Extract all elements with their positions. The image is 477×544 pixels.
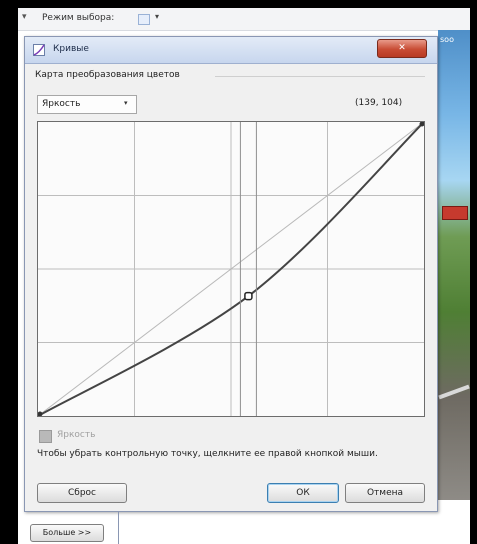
group-title: Карта преобразования цветов <box>35 70 180 80</box>
curve-graph[interactable] <box>38 122 424 416</box>
background-photo-label: soo <box>440 35 454 44</box>
close-button[interactable]: ✕ <box>377 39 427 58</box>
group-divider <box>215 76 425 77</box>
channel-select[interactable]: Яркость ▾ <box>37 95 137 114</box>
frame-right-edge <box>470 0 477 544</box>
selection-mode-icon[interactable] <box>138 14 150 25</box>
selection-mode-label: Режим выбора: <box>42 13 115 23</box>
dialog-titlebar[interactable]: Кривые ✕ <box>25 37 437 64</box>
toolbar: ▾ Режим выбора: ▾ <box>18 8 470 31</box>
chevron-down-icon: ▾ <box>124 99 128 107</box>
curves-dialog: Кривые ✕ Карта преобразования цветов Ярк… <box>24 36 438 512</box>
more-button[interactable]: Больше >> <box>30 524 104 542</box>
curve-editor[interactable] <box>37 121 425 417</box>
toolbar-menu-arrow[interactable]: ▾ <box>22 12 27 22</box>
cancel-button[interactable]: Отмена <box>345 483 425 503</box>
hint-text: Чтобы убрать контрольную точку, щелкните… <box>37 449 378 459</box>
background-photo: soo <box>438 30 470 500</box>
selected-control-point[interactable] <box>244 291 253 301</box>
selection-mode-dropdown-arrow[interactable]: ▾ <box>155 12 159 21</box>
channel-select-value: Яркость <box>42 99 81 109</box>
channel-checkbox[interactable] <box>39 430 52 443</box>
panel-border <box>118 512 119 544</box>
frame-top-edge <box>0 0 477 8</box>
dialog-title: Кривые <box>53 44 89 54</box>
truck-shape <box>442 206 468 220</box>
reset-button[interactable]: Сброс <box>37 483 127 503</box>
ok-button[interactable]: ОК <box>267 483 339 503</box>
frame-left-edge <box>0 0 18 544</box>
guardrail-shape <box>438 384 470 400</box>
point-coordinates: (139, 104) <box>355 98 403 108</box>
control-point[interactable] <box>38 411 43 417</box>
channel-checkbox-label: Яркость <box>57 430 96 440</box>
curves-icon <box>33 44 45 56</box>
